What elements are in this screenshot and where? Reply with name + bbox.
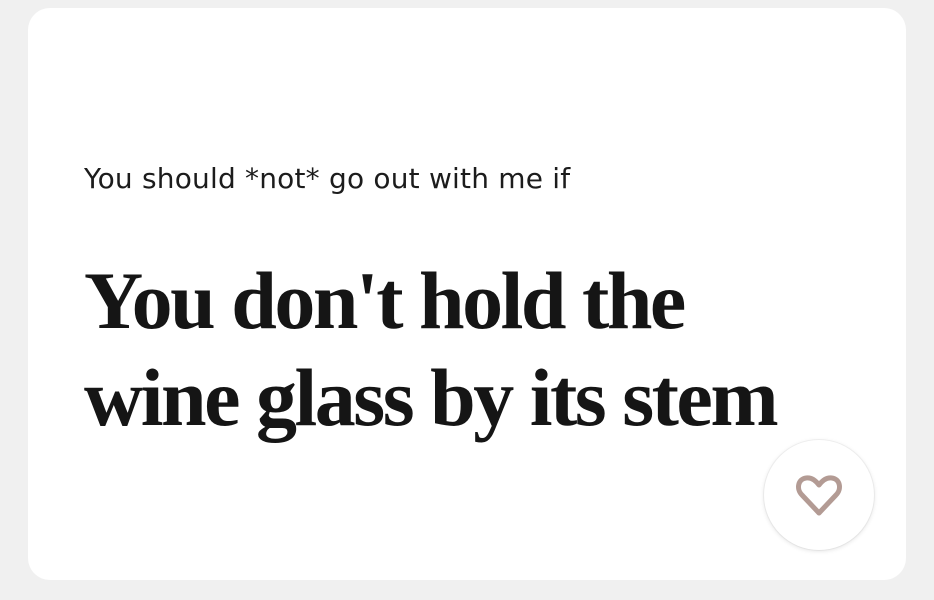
- prompt-question: You should *not* go out with me if: [84, 162, 571, 195]
- prompt-card: You should *not* go out with me if You d…: [28, 8, 906, 580]
- like-button[interactable]: [764, 440, 874, 550]
- prompt-answer[interactable]: You don't hold the wine glass by its ste…: [84, 252, 844, 446]
- heart-outline-icon: [796, 475, 842, 516]
